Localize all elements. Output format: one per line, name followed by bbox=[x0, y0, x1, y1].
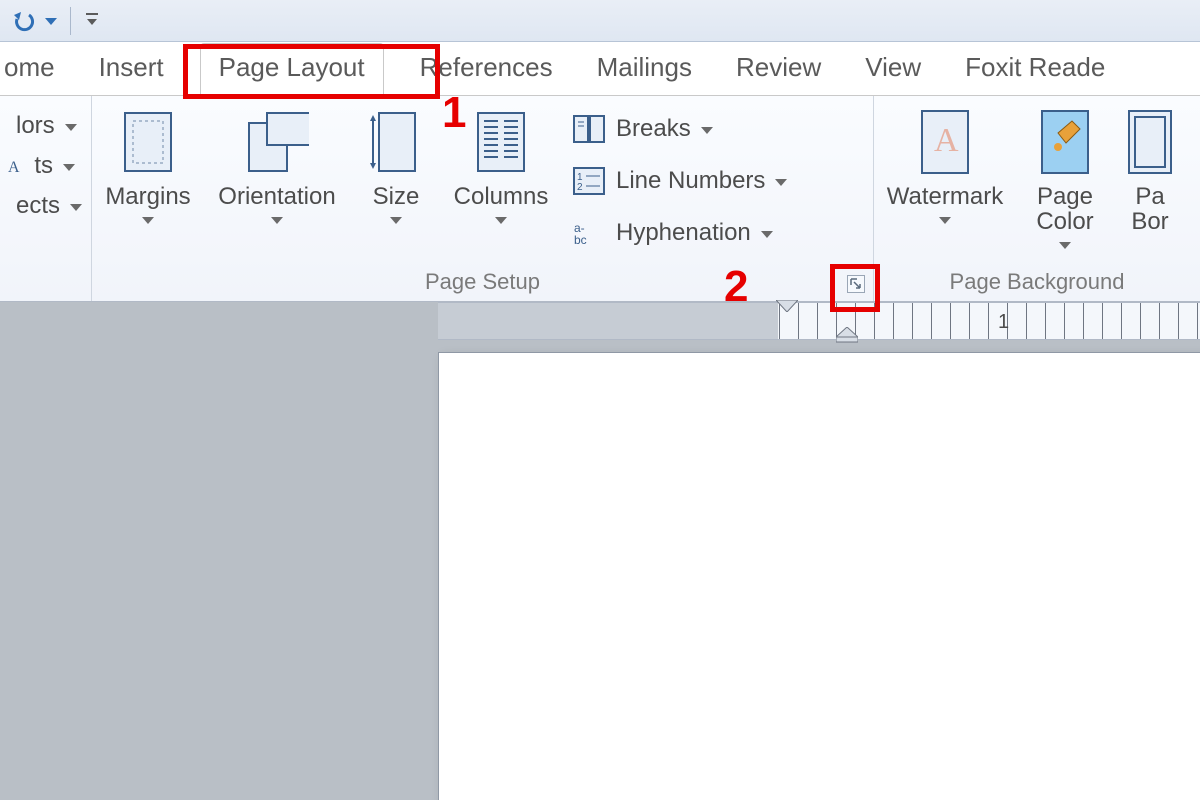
tab-references[interactable]: References bbox=[412, 42, 561, 95]
fonts-icon: A bbox=[6, 156, 24, 176]
columns-button[interactable]: Columns bbox=[446, 102, 556, 224]
page-setup-group-label: Page Setup bbox=[98, 265, 867, 299]
breaks-icon bbox=[572, 114, 606, 144]
svg-text:A: A bbox=[934, 122, 959, 159]
line-numbers-icon: 12 bbox=[572, 166, 606, 196]
tab-mailings[interactable]: Mailings bbox=[589, 42, 700, 95]
group-themes-partial: lors A ts ects bbox=[0, 96, 92, 301]
line-numbers-button[interactable]: 12 Line Numbers bbox=[572, 160, 787, 202]
orientation-icon bbox=[245, 109, 309, 175]
orientation-label: Orientation bbox=[218, 184, 335, 209]
watermark-button[interactable]: A Watermark bbox=[880, 102, 1010, 224]
hyphenation-label: Hyphenation bbox=[616, 219, 751, 247]
tab-page-layout[interactable]: Page Layout bbox=[200, 43, 384, 96]
ruler-mark-1: 1 bbox=[998, 311, 1009, 334]
themes-colors-label: lors bbox=[16, 112, 55, 140]
margins-label: Margins bbox=[105, 184, 190, 209]
tab-home[interactable]: ome bbox=[0, 42, 63, 95]
orientation-button[interactable]: Orientation bbox=[208, 102, 346, 224]
margins-icon bbox=[121, 109, 175, 175]
page-borders-label: Pa Bor bbox=[1131, 184, 1168, 234]
tab-foxit-reader[interactable]: Foxit Reade bbox=[957, 42, 1113, 95]
page-color-icon bbox=[1036, 107, 1094, 177]
page-setup-dialog-launcher[interactable] bbox=[843, 271, 869, 297]
undo-icon bbox=[11, 9, 39, 33]
size-button[interactable]: Size bbox=[356, 102, 436, 224]
hanging-indent-marker[interactable] bbox=[836, 327, 858, 343]
page-color-button[interactable]: Page Color bbox=[1020, 102, 1110, 249]
svg-text:2: 2 bbox=[577, 182, 583, 193]
customize-icon bbox=[84, 11, 100, 31]
page-borders-icon bbox=[1125, 107, 1175, 177]
undo-menu-caret[interactable] bbox=[42, 4, 60, 38]
tab-insert[interactable]: Insert bbox=[91, 42, 172, 95]
svg-text:bc: bc bbox=[574, 233, 587, 247]
horizontal-ruler[interactable]: 1 bbox=[438, 302, 1200, 340]
dialog-launcher-icon bbox=[847, 275, 865, 293]
document-area: 1 bbox=[0, 302, 1200, 800]
themes-effects-button[interactable]: ects bbox=[6, 192, 75, 220]
size-label: Size bbox=[373, 184, 420, 209]
columns-icon bbox=[474, 109, 528, 175]
tab-review[interactable]: Review bbox=[728, 42, 829, 95]
group-page-background: A Watermark Page Color Pa Bo bbox=[874, 96, 1200, 301]
page-background-group-label: Page Background bbox=[880, 265, 1194, 299]
ribbon: lors A ts ects Margins bbox=[0, 96, 1200, 302]
group-page-setup: Margins Orientation Size bbox=[92, 96, 874, 301]
tab-view[interactable]: View bbox=[857, 42, 929, 95]
qat-separator bbox=[70, 7, 71, 35]
size-icon bbox=[369, 109, 423, 175]
undo-button[interactable] bbox=[8, 4, 42, 38]
themes-fonts-button[interactable]: A ts bbox=[6, 152, 75, 180]
line-numbers-label: Line Numbers bbox=[616, 167, 765, 195]
page-color-label: Page Color bbox=[1036, 184, 1093, 234]
columns-label: Columns bbox=[454, 184, 549, 209]
themes-effects-label: ects bbox=[16, 192, 60, 220]
svg-text:A: A bbox=[8, 159, 20, 176]
first-line-indent-marker[interactable] bbox=[776, 300, 798, 312]
page-borders-button[interactable]: Pa Bor bbox=[1120, 102, 1180, 234]
margins-button[interactable]: Margins bbox=[98, 102, 198, 224]
quick-access-toolbar bbox=[0, 0, 1200, 42]
themes-colors-button[interactable]: lors bbox=[6, 112, 75, 140]
ribbon-tabs: ome Insert Page Layout References Mailin… bbox=[0, 42, 1200, 96]
watermark-label: Watermark bbox=[887, 184, 1003, 209]
customize-qat-button[interactable] bbox=[81, 4, 103, 38]
watermark-icon: A bbox=[916, 107, 974, 177]
document-page[interactable] bbox=[438, 352, 1200, 800]
hyphenation-icon: a-bc bbox=[572, 218, 606, 248]
hyphenation-button[interactable]: a-bc Hyphenation bbox=[572, 212, 787, 254]
themes-fonts-label: ts bbox=[34, 152, 53, 180]
breaks-button[interactable]: Breaks bbox=[572, 108, 787, 150]
breaks-label: Breaks bbox=[616, 115, 691, 143]
